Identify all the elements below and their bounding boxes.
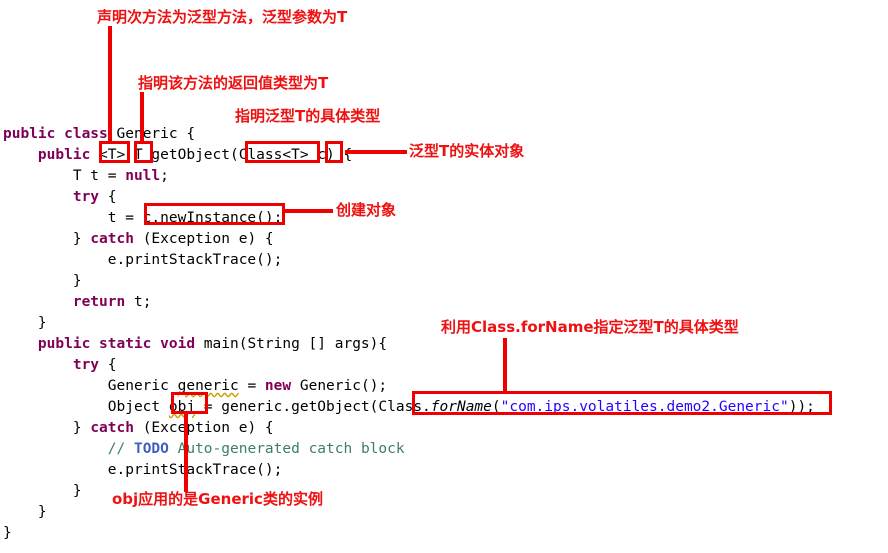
token-main-signature: main(String [] args){: [203, 336, 388, 352]
token-brace-open-13: {: [99, 357, 117, 373]
token-keyword-catch-2: catch: [90, 420, 134, 436]
token-semicolon: ;: [160, 168, 169, 184]
token-string-literal: "com.ips.volatiles.demo2.Generic": [500, 399, 789, 415]
token-brace-open: {: [99, 189, 117, 205]
token-get-object-call: = generic.getObject(Class.: [195, 399, 431, 415]
code-line-16: } catch (Exception e) {: [3, 418, 274, 439]
token-keyword-catch: catch: [90, 231, 134, 247]
code-line-8: }: [3, 271, 82, 292]
token-assign-14: =: [238, 378, 265, 394]
code-annotation-page: public class Generic { public <T> T getO…: [0, 0, 888, 553]
token-brace-close-20: }: [3, 504, 47, 520]
code-line-5: t = c.newInstance();: [3, 208, 283, 229]
token-new-instance-call: t = c.newInstance();: [3, 210, 283, 226]
code-line-3: T t = null;: [3, 166, 169, 187]
token-keyword-try-2: try: [72, 357, 100, 373]
token-todo-tag: TODO: [133, 441, 169, 457]
code-line-1: public class Generic {: [3, 124, 195, 145]
source-code-block: public class Generic { public <T> T getO…: [0, 0, 888, 553]
token-class-name: Generic {: [116, 126, 196, 142]
token-var-obj: obj: [168, 399, 196, 415]
token-keyword-null: null: [125, 168, 161, 184]
token-catch-params-2: (Exception e) {: [133, 420, 274, 436]
token-keyword-try: try: [72, 189, 100, 205]
code-line-9: return t;: [3, 292, 152, 313]
token-generic-ctor: Generic();: [291, 378, 388, 394]
code-line-4: try {: [3, 187, 117, 208]
token-keyword-new: new: [264, 378, 292, 394]
code-line-18: e.printStackTrace();: [3, 460, 283, 481]
token-brace-close-21: }: [3, 525, 12, 541]
token-method-for-name: forName: [430, 399, 492, 415]
code-line-10: }: [3, 313, 47, 334]
token-keyword-public-static-void: public static void: [37, 336, 204, 352]
token-paren-open-15: (: [491, 399, 501, 415]
token-brace-close-10: }: [3, 315, 47, 331]
token-print-stack-trace-1: e.printStackTrace();: [3, 252, 283, 268]
token-indent-9: [3, 294, 73, 310]
code-line-12: public static void main(String [] args){: [3, 334, 387, 355]
code-line-20: }: [3, 502, 47, 523]
token-brace-close-6: }: [3, 231, 91, 247]
token-generic-decl: Generic: [3, 378, 178, 394]
token-indent-12: [3, 336, 38, 352]
token-brace-close-8: }: [3, 273, 82, 289]
code-line-6: } catch (Exception e) {: [3, 229, 274, 250]
code-line-7: e.printStackTrace();: [3, 250, 283, 271]
token-keyword-public: public: [3, 126, 56, 142]
token-return-value: t;: [125, 294, 152, 310]
token-var-generic: generic: [177, 378, 239, 394]
code-line-2: public <T> T getObject(Class<T> c) {: [3, 145, 352, 166]
token-print-stack-trace-2: e.printStackTrace();: [3, 462, 283, 478]
token-indent-13: [3, 357, 73, 373]
token-paren-close-15: ));: [788, 399, 815, 415]
code-line-17: // TODO Auto-generated catch block: [3, 439, 405, 460]
token-decl-t: T t =: [3, 168, 126, 184]
token-indent-17: [3, 441, 108, 457]
code-line-21: }: [3, 523, 12, 544]
code-line-15: Object obj = generic.getObject(Class.for…: [3, 397, 815, 418]
token-type-param-and-return: <T> T: [99, 147, 152, 163]
token-brace-close-19: }: [3, 483, 82, 499]
code-line-14: Generic generic = new Generic();: [3, 376, 387, 397]
token-brace-close-16: }: [3, 420, 91, 436]
token-object-decl: Object: [3, 399, 169, 415]
token-comment-body: Auto-generated catch block: [168, 441, 405, 457]
code-line-19: }: [3, 481, 82, 502]
token-comment-slashes: //: [107, 441, 134, 457]
token-indent-4: [3, 189, 73, 205]
code-line-13: try {: [3, 355, 117, 376]
token-method-signature: getObject(Class<T> c) {: [151, 147, 353, 163]
token-keyword-return: return: [72, 294, 126, 310]
token-keyword-public-2: public: [3, 147, 100, 163]
token-catch-params: (Exception e) {: [133, 231, 274, 247]
token-keyword-class: class: [55, 126, 117, 142]
